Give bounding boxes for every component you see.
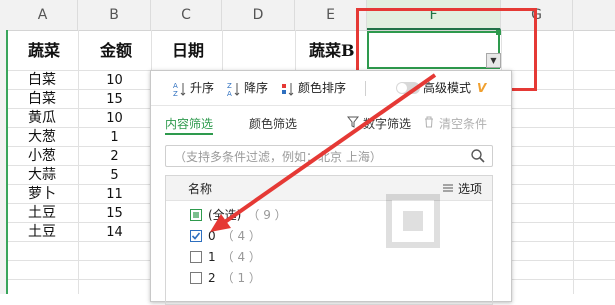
column-header-c[interactable]: C <box>151 0 222 30</box>
sort-ascending-label: 升序 <box>190 81 215 95</box>
spreadsheet: A B C D E F G 蔬菜 金额 日期 蔬菜B 白菜 10 白菜 15 黄… <box>0 0 615 305</box>
list-item-label: (全选) <box>208 208 242 222</box>
number-filter-button[interactable]: 数字筛选 <box>346 115 412 133</box>
svg-text:Z: Z <box>173 90 178 97</box>
tab-content-filter[interactable]: 内容筛选 <box>165 115 214 135</box>
filter-tabs: 内容筛选 颜色筛选 数字筛选 清空条件 <box>151 111 511 137</box>
list-item[interactable]: 0 （ 4 ） <box>190 227 261 245</box>
clear-conditions-label: 清空条件 <box>439 117 488 131</box>
cell-vegetable[interactable]: 白菜 <box>28 90 56 109</box>
cell-amount[interactable]: 10 <box>78 109 151 128</box>
cell-e1-header[interactable]: 蔬菜B <box>309 31 355 71</box>
color-sort-icon <box>281 81 295 97</box>
value-list: 名称 选项 (全选) （ 9 ） 0 （ 4 ） 1 （ 4 ） 2 （ 1 ） <box>165 175 493 305</box>
cell-vegetable[interactable]: 土豆 <box>28 223 56 242</box>
item-checkbox[interactable] <box>190 250 202 263</box>
cell-vegetable[interactable]: 萝卜 <box>28 185 56 204</box>
list-item-count: （ 9 ） <box>247 208 287 222</box>
sort-ascending-button[interactable]: AZ 升序 <box>173 79 215 98</box>
color-sort-button[interactable]: 颜色排序 <box>281 79 346 97</box>
sort-descending-icon: ZA <box>227 81 241 98</box>
cell-vegetable[interactable]: 大葱 <box>28 128 56 147</box>
list-item-label: 0 <box>208 229 216 243</box>
cell-vegetable[interactable]: 小葱 <box>28 147 56 166</box>
list-item-select-all[interactable]: (全选) （ 9 ） <box>190 206 287 224</box>
sort-ascending-icon: AZ <box>173 81 187 98</box>
select-all-checkbox[interactable] <box>190 208 202 221</box>
number-filter-label: 数字筛选 <box>363 117 412 131</box>
cell-b1-header[interactable]: 金额 <box>100 31 132 71</box>
list-options-icon <box>442 182 454 196</box>
cell-amount[interactable]: 2 <box>78 147 151 166</box>
search-icon[interactable] <box>470 148 486 164</box>
cell-c1-header[interactable]: 日期 <box>172 31 204 71</box>
tab-color-filter[interactable]: 颜色筛选 <box>249 115 297 133</box>
cell-vegetable[interactable]: 大蒜 <box>28 166 56 185</box>
cell-amount[interactable]: 5 <box>78 166 151 185</box>
filter-search-input[interactable]: （支持多条件过滤，例如：北京 上海） <box>165 145 493 167</box>
clear-conditions-button[interactable]: 清空条件 <box>423 115 487 133</box>
column-divider <box>573 30 574 294</box>
cell-amount[interactable]: 14 <box>78 223 151 242</box>
svg-text:A: A <box>173 82 178 90</box>
list-item-count: （ 1 ） <box>221 271 261 285</box>
trash-icon <box>423 115 435 133</box>
list-item-count: （ 4 ） <box>221 250 261 264</box>
advanced-mode-label[interactable]: 高级模式 <box>423 79 471 97</box>
list-item[interactable]: 2 （ 1 ） <box>190 269 261 287</box>
svg-text:Z: Z <box>227 82 232 90</box>
list-item-count: （ 4 ） <box>221 229 261 243</box>
item-checkbox-checked[interactable] <box>190 229 202 242</box>
advanced-mode-toggle[interactable] <box>396 82 420 94</box>
sort-descending-label: 降序 <box>244 81 269 95</box>
cell-amount[interactable]: 11 <box>78 185 151 204</box>
cell-a1-header[interactable]: 蔬菜 <box>28 31 60 71</box>
funnel-icon <box>346 115 360 133</box>
list-item[interactable]: 1 （ 4 ） <box>190 248 261 266</box>
watermark-logo <box>383 191 443 251</box>
cell-vegetable[interactable]: 白菜 <box>28 71 56 90</box>
name-column-header: 名称 <box>188 182 213 196</box>
cell-amount[interactable]: 15 <box>78 90 151 109</box>
svg-text:A: A <box>227 90 232 97</box>
toolbar-separator <box>365 81 366 96</box>
options-button[interactable]: 选项 <box>442 180 482 197</box>
cell-amount[interactable]: 15 <box>78 204 151 223</box>
cell-vegetable[interactable]: 黄瓜 <box>28 109 56 128</box>
color-sort-label: 颜色排序 <box>298 81 347 95</box>
column-header-b[interactable]: B <box>78 0 151 30</box>
cell-amount[interactable]: 1 <box>78 128 151 147</box>
value-list-header: 名称 选项 <box>166 176 492 201</box>
sort-descending-button[interactable]: ZA 降序 <box>227 79 269 98</box>
column-header-a[interactable]: A <box>8 0 78 30</box>
vip-icon: V <box>477 81 487 95</box>
options-label: 选项 <box>457 182 482 196</box>
list-item-label: 2 <box>208 271 216 285</box>
row-header-edge <box>0 30 8 294</box>
sort-toolbar: AZ 升序 ZA 降序 颜色排序 高级模式 V <box>151 71 511 106</box>
item-checkbox[interactable] <box>190 271 202 284</box>
cell-vegetable[interactable]: 土豆 <box>28 204 56 223</box>
column-header-d[interactable]: D <box>222 0 295 30</box>
filter-panel: AZ 升序 ZA 降序 颜色排序 高级模式 V 内容筛选 颜色筛选 数字筛选 清… <box>150 70 512 305</box>
cell-amount[interactable]: 10 <box>78 71 151 90</box>
toggle-knob <box>397 83 407 93</box>
list-item-label: 1 <box>208 250 216 264</box>
search-placeholder: （支持多条件过滤，例如：北京 上海） <box>174 150 382 164</box>
